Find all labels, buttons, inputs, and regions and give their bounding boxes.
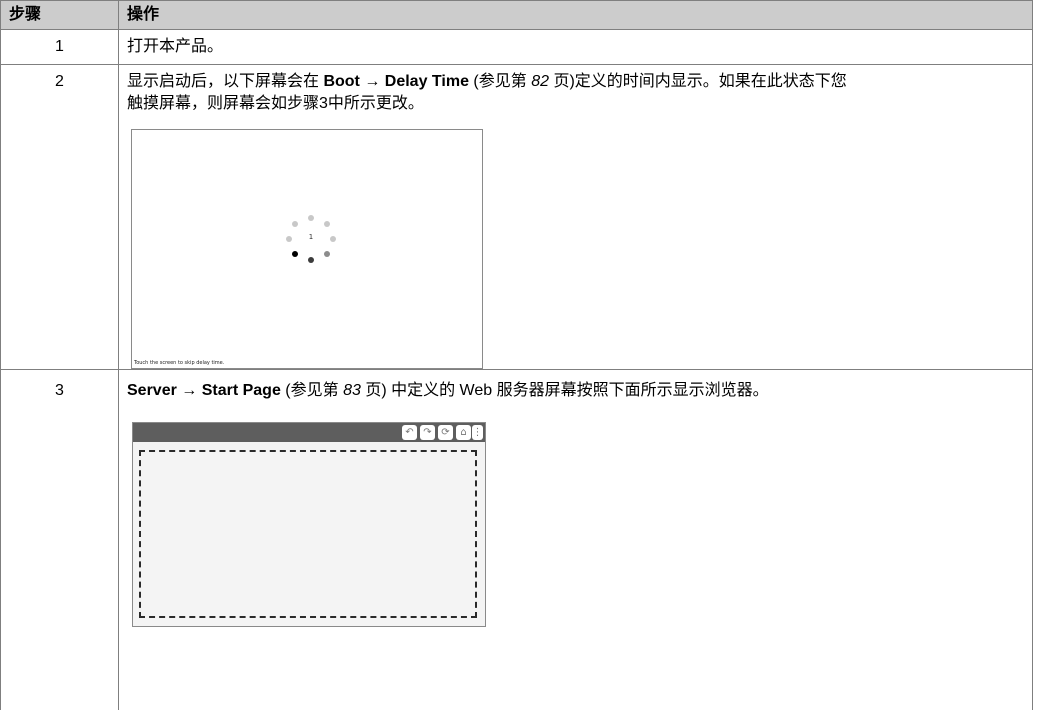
step-text: Server → Start Page (参见第 83 页) 中定义的 Web … [127,380,1024,402]
delay-screen-image: 1 Touch the screen to skip delay time. [131,129,483,369]
table-row: 3 Server → Start Page (参见第 83 页) 中定义的 We… [0,369,1033,710]
step-action: Server → Start Page (参见第 83 页) 中定义的 Web … [118,369,1033,710]
spinner-dot [292,251,298,257]
forward-icon: ↷ [420,425,435,440]
table-header-row: 步骤 操作 [0,0,1033,30]
text-part: 页) 中定义的 Web 服务器屏幕按照下面所示显示浏览器。 [360,382,769,399]
reload-icon: ⟳ [438,425,453,440]
text-part: (参见第 [468,73,532,90]
step-number: 2 [0,64,119,370]
header-step: 步骤 [0,0,119,30]
menu-icon: ⋮ [472,425,483,440]
table-row: 2 显示启动后，以下屏幕会在 Boot → Delay Time (参见第 82… [0,64,1033,370]
document-page: 步骤 操作 1 打开本产品。 2 显示启动后，以下屏幕会在 Boot → Del… [0,0,1037,710]
step-action: 打开本产品。 [118,29,1033,65]
spinner-dot [324,221,330,227]
text-part: (参见第 [280,382,344,399]
back-icon: ↶ [402,425,417,440]
step-text: 打开本产品。 [127,38,224,55]
loading-spinner-icon: 1 [285,215,337,267]
browser-screen-image: ↶ ↷ ⟳ ⌂ ⋮ [132,422,486,627]
page-content-area [139,450,477,618]
page-reference: 83 [343,382,361,399]
step-number: 3 [0,369,119,710]
text-part: 显示启动后，以下屏幕会在 [127,73,324,90]
step-action: 显示启动后，以下屏幕会在 Boot → Delay Time (参见第 82 页… [118,64,1033,370]
step-number: 1 [0,29,119,65]
home-icon: ⌂ [456,425,471,440]
spinner-dot [308,257,314,263]
skip-delay-text: Touch the screen to skip delay time. [134,360,225,366]
spinner-dot [292,221,298,227]
table-row: 1 打开本产品。 [0,29,1033,65]
browser-toolbar: ↶ ↷ ⟳ ⌂ ⋮ [133,423,485,442]
spinner-dot [308,215,314,221]
menu-path: Server → Start Page [127,382,281,399]
header-action: 操作 [118,0,1033,30]
countdown-number: 1 [308,233,314,241]
spinner-dot [330,236,336,242]
procedure-table: 步骤 操作 1 打开本产品。 2 显示启动后，以下屏幕会在 Boot → Del… [0,0,1033,710]
spinner-dot [286,236,292,242]
spinner-dot [324,251,330,257]
step-text: 显示启动后，以下屏幕会在 Boot → Delay Time (参见第 82 页… [127,71,857,115]
page-reference: 82 [531,73,549,90]
menu-path: Boot → Delay Time [323,73,469,90]
